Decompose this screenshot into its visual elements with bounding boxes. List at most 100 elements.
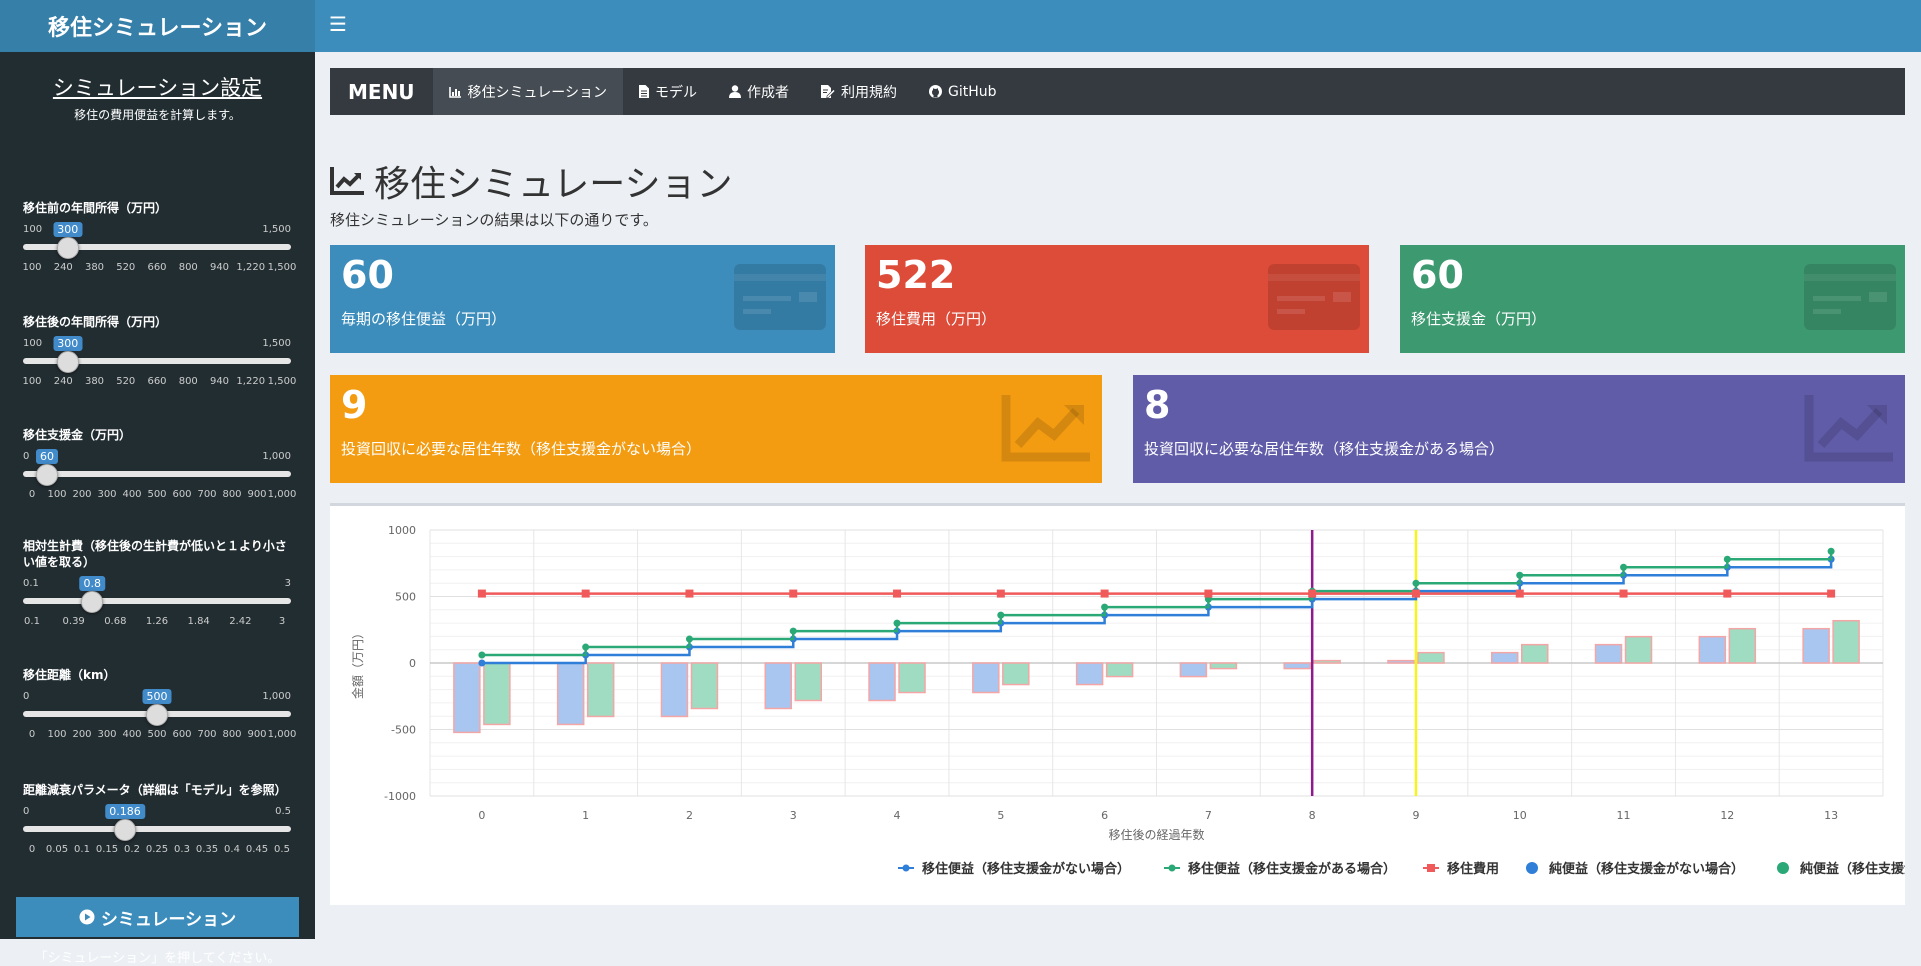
x-tick-label: 4 (894, 809, 901, 822)
slider-tick-label: 1,220 (236, 376, 266, 387)
slider-value-badge: 500 (142, 689, 172, 704)
slider-5: 移住距離（km） 0 1,000 500 0 100 200 300 400 500 600 700 8… (23, 667, 296, 743)
slider-tick-label: 400 (122, 729, 142, 740)
legend-marker (902, 864, 910, 872)
bar-net-benefit-no-subsidy (1698, 635, 1727, 664)
y-axis-label: 金額（万円） (350, 627, 365, 699)
x-tick-label: 1 (582, 809, 589, 822)
slider-min-label: 100 (23, 224, 43, 235)
bar-net-benefit-with-subsidy (1209, 662, 1238, 670)
slider-tick-label: 2.42 (229, 616, 252, 627)
slider-label: 移住距離（km） (23, 668, 116, 682)
x-tick-label: 7 (1205, 809, 1212, 822)
cost-point (581, 589, 590, 598)
cost-point (477, 589, 486, 598)
slider-track[interactable] (23, 598, 291, 604)
menu-bar: MENU 移住シミュレーション モデル 作成者 利用規約 GitHub (330, 68, 1905, 115)
app-logo-title: 移住シミュレーション (0, 0, 315, 52)
benefit-point (893, 619, 901, 627)
value-box-value: 8 (1144, 383, 1171, 427)
slider-3: 移住支援金（万円） 0 1,000 60 0 100 200 300 400 500 600 700 8… (23, 427, 296, 503)
chart-line-icon (1001, 395, 1090, 462)
chart-grid (429, 529, 1884, 797)
bar-net-benefit-with-subsidy (898, 662, 926, 694)
y-tick-label: -1000 (384, 790, 416, 803)
slider-tick-label: 1.26 (145, 616, 169, 627)
menu-item-label: 利用規約 (841, 84, 897, 101)
slider-tick-label: 0.39 (62, 616, 85, 627)
legend-item[interactable]: 移住費用 (1423, 861, 1499, 877)
menu-item-author[interactable]: 作成者 (713, 68, 805, 115)
benefit-point (478, 651, 486, 659)
slider-handle[interactable] (114, 819, 136, 841)
bar-net-benefit-no-subsidy (1594, 643, 1623, 664)
y-tick-label: -500 (391, 724, 416, 737)
slider-label: 移住支援金（万円） (23, 428, 132, 442)
slider-6: 距離減衰パラメータ（詳細は「モデル」を参照） 0 0.5 0.186 0 0.05 0.1 0… (23, 782, 291, 858)
slider-tick-label: 300 (97, 729, 117, 740)
slider-tick-label: 200 (72, 729, 92, 740)
benefit-point (1516, 571, 1524, 579)
slider-handle[interactable] (146, 704, 168, 726)
legend-label: 純便益（移住支援金がある場合） (1800, 861, 1905, 877)
value-box-label: 毎期の移住便益（万円） (341, 310, 507, 328)
legend-item[interactable]: 移住便益（移住支援金がない場合） (898, 861, 1130, 877)
slider-tick-label: 800 (222, 729, 242, 740)
bar-net-benefit-no-subsidy (1491, 651, 1519, 664)
legend-item[interactable]: 純便益（移住支援金がある場合） (1777, 861, 1921, 877)
slider-tick-label: 700 (197, 729, 217, 740)
slider-track[interactable] (23, 826, 291, 832)
slider-tick-label: 500 (147, 489, 167, 500)
benefit-point (1620, 563, 1628, 571)
slider-handle[interactable] (36, 464, 58, 486)
cost-point (685, 589, 694, 598)
menu-brand: MENU (348, 79, 415, 104)
simulation-button[interactable]: シミュレーション (16, 897, 299, 937)
legend-item[interactable]: 移住便益（移住支援金がある場合） (1164, 861, 1396, 877)
y-tick-label: 1000 (388, 524, 416, 537)
bar-net-benefit-with-subsidy (1521, 643, 1549, 664)
slider-handle[interactable] (56, 237, 79, 259)
slider-tick-label: 0.4 (224, 844, 240, 855)
x-tick-label: 5 (997, 809, 1004, 822)
menu-item-github[interactable]: GitHub (913, 68, 1013, 115)
slider-1: 移住前の年間所得（万円） 100 1,500 300 100 240 380 520 660 80… (22, 200, 296, 276)
slider-value-badge: 60 (36, 449, 58, 464)
slider-ticks: 0 0.05 0.1 0.15 0.2 0.25 0.3 0.35 0.4 0.45 0.5 (23, 844, 291, 858)
slider-body: 0.1 3 0.8 0.1 0.39 0.68 1.26 1.84 2.42 3 (23, 570, 291, 630)
slider-tick-label: 0 (28, 489, 36, 500)
slider-max-label: 3 (284, 578, 291, 589)
x-tick-label: 6 (1101, 809, 1108, 822)
slider-tick-label: 800 (222, 489, 242, 500)
slider-tick-label: 100 (22, 262, 42, 273)
menu-item-label: GitHub (948, 83, 997, 100)
github-icon (929, 85, 942, 98)
slider-tick-label: 900 (247, 729, 267, 740)
slider-tick-label: 300 (97, 489, 117, 500)
value-box-value: 60 (1411, 253, 1464, 297)
slider-min-label: 0 (23, 451, 30, 462)
bar-net-benefit-with-subsidy (1313, 659, 1341, 664)
legend-item[interactable]: 純便益（移住支援金がない場合） (1526, 861, 1744, 877)
credit-card-icon (1804, 264, 1896, 330)
y-tick-label: 500 (395, 591, 416, 604)
bar-net-benefit-no-subsidy (1802, 627, 1830, 664)
menu-icon[interactable]: ☰ (329, 12, 347, 36)
slider-track[interactable] (23, 471, 291, 477)
menu-item-model[interactable]: モデル (623, 68, 713, 115)
slider-ticks: 100 240 380 520 660 800 940 1,220 1,500 (22, 376, 296, 390)
bar-net-benefit-no-subsidy (556, 662, 585, 726)
value-box-value: 60 (341, 253, 394, 297)
cost-point (1100, 589, 1109, 598)
x-tick-label: 10 (1513, 809, 1527, 822)
cost-point (789, 589, 798, 598)
slider-tick-label: 800 (178, 376, 198, 387)
slider-handle[interactable] (56, 351, 79, 373)
slider-handle[interactable] (81, 591, 104, 613)
legend-marker (1777, 862, 1789, 874)
menu-item-simulation[interactable]: 移住シミュレーション (432, 68, 623, 115)
menu-item-terms[interactable]: 利用規約 (805, 68, 913, 115)
cost-point (1308, 589, 1317, 598)
slider-value-badge: 300 (53, 336, 83, 351)
slider-tick-label: 100 (22, 376, 42, 387)
